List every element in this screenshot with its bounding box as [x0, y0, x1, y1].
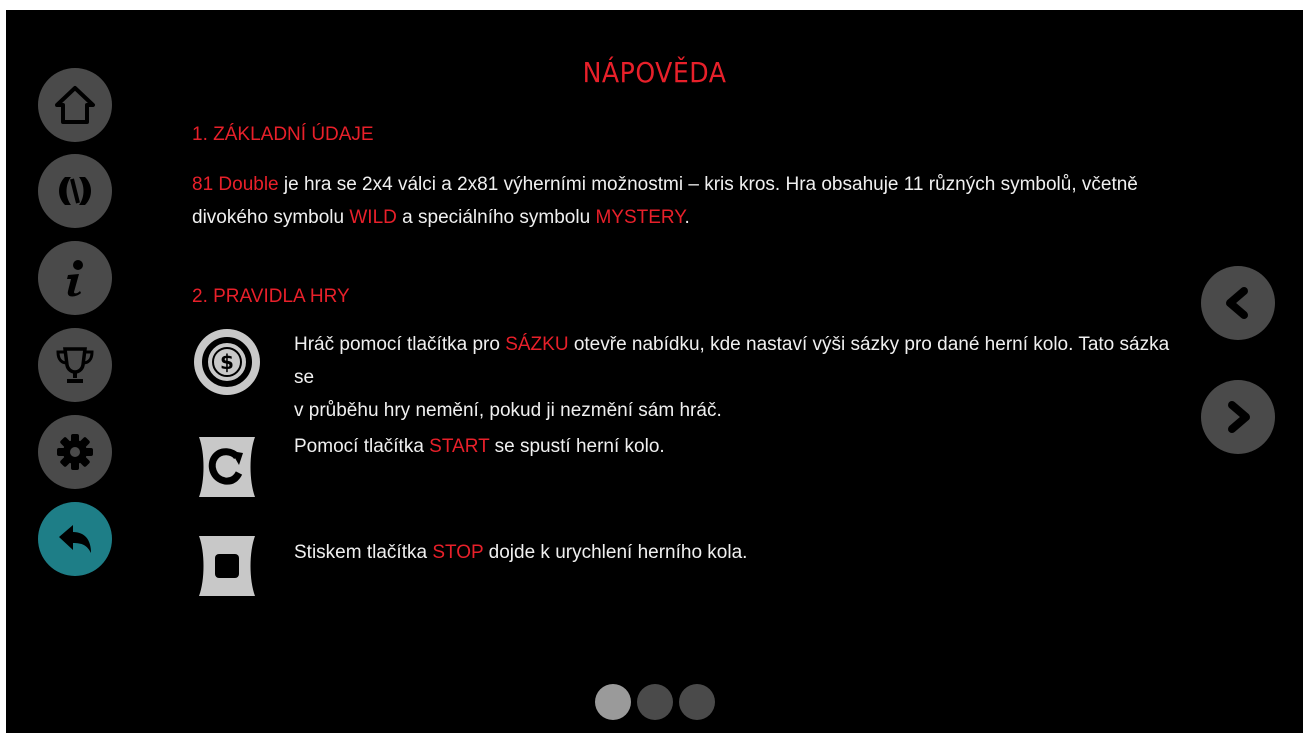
- page-dot-1[interactable]: [595, 684, 631, 720]
- info-icon: [67, 260, 83, 297]
- basics-text-2a: divokého symbolu: [192, 207, 350, 228]
- start-text-a: Pomocí tlačítka: [294, 436, 430, 457]
- page-dot-2[interactable]: [637, 684, 673, 720]
- back-button[interactable]: [38, 502, 112, 576]
- game-logo-icon: [59, 177, 91, 205]
- page-dot-3[interactable]: [679, 684, 715, 720]
- bet-rule-line-1: Hráč pomocí tlačítka pro SÁZKU otevře na…: [294, 328, 1174, 394]
- stop-keyword: STOP: [432, 542, 484, 563]
- basics-line-1: 81 Double je hra se 2x4 válci a 2x81 výh…: [192, 168, 1192, 201]
- basics-text-1: je hra se 2x4 válci a 2x81 výherními mož…: [278, 174, 1138, 195]
- help-screen: NÁPOVĚDA 1. ZÁKLADNÍ ÚDAJE 81 Double je …: [6, 10, 1303, 733]
- basics-paragraph: 81 Double je hra se 2x4 válci a 2x81 výh…: [192, 168, 1192, 234]
- basics-line-2: divokého symbolu WILD a speciálního symb…: [192, 201, 1192, 234]
- page-title: NÁPOVĚDA: [582, 56, 727, 89]
- bet-keyword: SÁZKU: [505, 334, 569, 355]
- bet-rule-line-2: v průběhu hry nemění, pokud ji nezmění s…: [294, 400, 722, 421]
- basics-text-2c: .: [684, 207, 690, 228]
- stop-icon: [199, 536, 255, 596]
- mystery-keyword: MYSTERY: [595, 207, 685, 228]
- settings-button[interactable]: [38, 415, 112, 489]
- trophy-button[interactable]: [38, 328, 112, 402]
- prev-page-button[interactable]: [1201, 266, 1275, 340]
- back-arrow-icon: [59, 525, 91, 553]
- stop-text-b: dojde k urychlení herního kola.: [483, 542, 748, 563]
- start-spin-icon: [199, 437, 255, 497]
- section-heading-rules: 2. PRAVIDLA HRY: [192, 286, 350, 307]
- stop-text-a: Stiskem tlačítka: [294, 542, 433, 563]
- game-name: 81 Double: [192, 174, 279, 195]
- gear-icon: [57, 434, 93, 470]
- section-heading-basics: 1. ZÁKLADNÍ ÚDAJE: [192, 124, 374, 145]
- start-keyword: START: [429, 436, 490, 457]
- stop-rule: Stiskem tlačítka STOP dojde k urychlení …: [294, 536, 1174, 569]
- svg-text:$: $: [220, 350, 234, 374]
- chevron-right-icon: [1228, 401, 1250, 433]
- basics-text-2b: a speciálního symbolu: [396, 207, 596, 228]
- start-text-b: se spustí herní kolo.: [489, 436, 665, 457]
- bet-rule: Hráč pomocí tlačítka pro SÁZKU otevře na…: [294, 328, 1174, 427]
- bet-text-a: Hráč pomocí tlačítka pro: [294, 334, 506, 355]
- trophy-icon: [56, 347, 94, 383]
- chevron-left-icon: [1226, 287, 1248, 319]
- start-rule: Pomocí tlačítka START se spustí herní ko…: [294, 430, 1174, 463]
- next-page-button[interactable]: [1201, 380, 1275, 454]
- info-button[interactable]: [38, 241, 112, 315]
- coin-bet-icon: $: [194, 329, 260, 395]
- wild-keyword: WILD: [349, 207, 397, 228]
- game-logo-button[interactable]: [38, 154, 112, 228]
- pagination: [595, 684, 715, 720]
